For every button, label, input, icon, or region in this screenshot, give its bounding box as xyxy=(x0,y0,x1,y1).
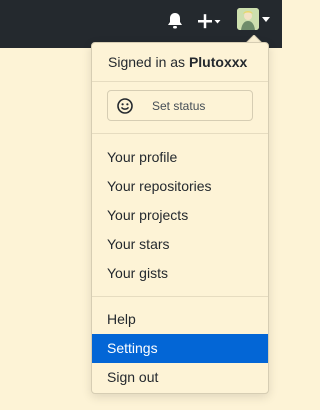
top-navbar xyxy=(0,0,282,48)
menu-divider xyxy=(92,81,268,82)
caret-down-icon[interactable] xyxy=(262,17,270,23)
menu-item-your-profile[interactable]: Your profile xyxy=(92,143,268,172)
menu-item-your-projects[interactable]: Your projects xyxy=(92,201,268,230)
menu-item-your-gists[interactable]: Your gists xyxy=(92,259,268,288)
menu-item-sign-out[interactable]: Sign out xyxy=(92,363,268,392)
set-status-button[interactable]: Set status xyxy=(107,90,253,121)
menu-item-help[interactable]: Help xyxy=(92,305,268,334)
signed-in-header: Signed in as Plutoxxx xyxy=(108,54,247,70)
menu-item-settings[interactable]: Settings xyxy=(92,334,268,363)
avatar[interactable] xyxy=(237,8,259,30)
smiley-icon xyxy=(117,98,133,114)
username: Plutoxxx xyxy=(188,54,248,70)
menu-divider xyxy=(92,133,268,134)
menu-item-your-stars[interactable]: Your stars xyxy=(92,230,268,259)
signed-in-prefix: Signed in as xyxy=(108,54,186,70)
menu-item-your-repositories[interactable]: Your repositories xyxy=(92,172,268,201)
user-dropdown-menu: Signed in as Plutoxxx Set status Your pr… xyxy=(91,42,269,394)
set-status-label: Set status xyxy=(152,99,206,113)
bell-icon[interactable] xyxy=(165,11,185,31)
plus-icon[interactable] xyxy=(196,11,222,31)
menu-divider xyxy=(92,296,268,297)
avatar-image xyxy=(237,8,259,30)
